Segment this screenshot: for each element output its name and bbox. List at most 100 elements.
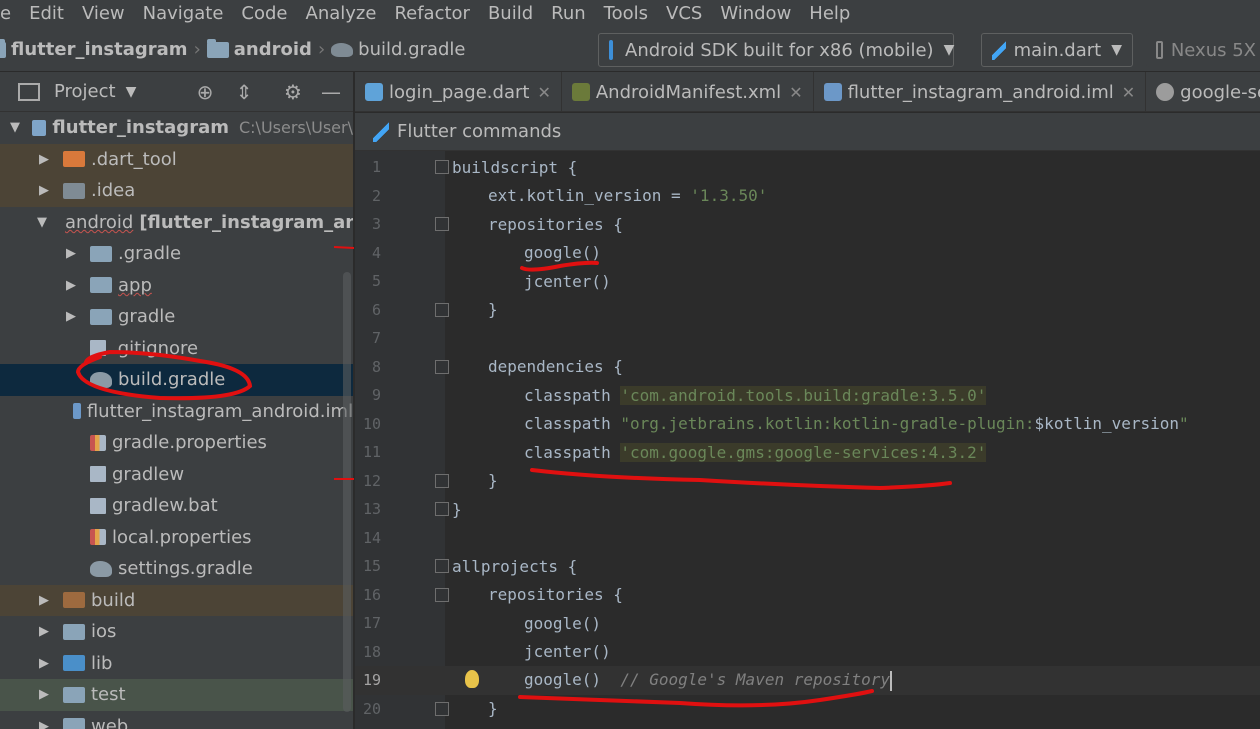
tree-item[interactable]: ▶ .gradle — [0, 238, 353, 270]
editor-tab[interactable]: login_page.dart ✕ — [355, 72, 562, 111]
breadcrumb-folder[interactable]: android — [206, 38, 312, 60]
code-line[interactable]: 19 google() // Google's Maven repository — [355, 666, 1260, 695]
code-line[interactable]: 7 — [355, 324, 1260, 353]
editor-tab[interactable]: AndroidManifest.xml ✕ — [562, 72, 814, 111]
code-token: classpath — [524, 442, 621, 462]
code-line[interactable]: 12} — [355, 467, 1260, 496]
tree-item[interactable]: ▶ .idea — [0, 175, 353, 207]
code-line[interactable]: 10 classpath "org.jetbrains.kotlin:kotlin… — [355, 410, 1260, 439]
collapse-all-icon[interactable]: ⇕ — [233, 81, 255, 103]
flutter-commands-bar[interactable]: Flutter commands — [355, 113, 1260, 151]
code-text: repositories { — [488, 215, 623, 234]
tree-item[interactable]: ▼ android[flutter_instagram_android] — [0, 207, 353, 239]
code-editor[interactable]: 1 buildscript {2 ext.kotlin_version = '1.3… — [355, 151, 1260, 729]
project-scrollbar[interactable] — [343, 272, 351, 712]
lightbulb-icon[interactable] — [465, 670, 479, 688]
tree-item[interactable]: gradlew.bat — [0, 490, 353, 522]
menu-item[interactable]: Build — [482, 0, 539, 28]
expand-arrow-icon[interactable]: ▶ — [64, 309, 78, 324]
tree-item[interactable]: .gitignore — [0, 333, 353, 365]
code-line[interactable]: 15 allprojects { — [355, 552, 1260, 581]
menu-item[interactable]: Help — [803, 0, 856, 28]
avd-selector[interactable]: Nexus 5X — [1146, 33, 1260, 67]
menu-item[interactable]: View — [76, 0, 131, 28]
tree-item[interactable]: ▶ lib — [0, 648, 353, 680]
close-icon[interactable]: ✕ — [537, 83, 550, 102]
expand-arrow-icon[interactable]: ▶ — [37, 183, 51, 198]
tree-item[interactable]: gradle.properties — [0, 427, 353, 459]
tree-item[interactable]: ▶ .dart_tool — [0, 143, 353, 175]
dropdown-arrow-icon[interactable]: ▼ — [126, 84, 137, 100]
code-line[interactable]: 4 google() — [355, 239, 1260, 268]
tree-item[interactable]: local.properties — [0, 522, 353, 554]
expand-arrow-icon[interactable]: ▶ — [37, 152, 51, 167]
code-line[interactable]: 16 repositories { — [355, 581, 1260, 610]
code-token: '1.3.50' — [690, 186, 768, 206]
menu-item[interactable]: e — [0, 0, 17, 28]
tree-item[interactable]: ▶ gradle — [0, 301, 353, 333]
tree-item[interactable]: ▶ web — [0, 711, 353, 729]
fold-marker-icon[interactable] — [435, 701, 449, 716]
menu-item[interactable]: Window — [714, 0, 797, 28]
tree-item[interactable]: gradlew — [0, 459, 353, 491]
close-icon[interactable]: ✕ — [789, 83, 802, 102]
code-line[interactable]: 17 google() — [355, 609, 1260, 638]
run-config-selector[interactable]: main.dart ▼ — [981, 33, 1133, 67]
tree-item[interactable]: flutter_instagram_android.iml — [0, 396, 353, 428]
expand-arrow-icon[interactable]: ▶ — [64, 246, 78, 261]
expand-arrow-icon[interactable]: ▶ — [37, 593, 51, 608]
fold-marker-icon[interactable] — [435, 359, 449, 374]
breadcrumb-file[interactable]: build.gradle — [331, 39, 465, 60]
code-line[interactable]: 8 dependencies { — [355, 353, 1260, 382]
tree-item[interactable]: ▶ ios — [0, 616, 353, 648]
fold-marker-icon[interactable] — [435, 160, 449, 174]
menu-item[interactable]: Code — [235, 0, 293, 28]
tree-item[interactable]: ▶ build — [0, 584, 353, 616]
tree-item[interactable]: build.gradle — [0, 364, 353, 396]
expand-arrow-icon[interactable]: ▶ — [37, 624, 51, 639]
expand-arrow-icon[interactable]: ▶ — [37, 656, 51, 671]
project-title[interactable]: Project — [54, 81, 116, 102]
device-selector[interactable]: Android SDK built for x86 (mobile) ▼ — [598, 33, 954, 67]
editor-tab[interactable]: google-services.json — [1146, 72, 1260, 111]
code-line[interactable]: 18 jcenter() — [355, 638, 1260, 667]
expand-arrow-icon[interactable]: ▶ — [37, 687, 51, 702]
code-line[interactable]: 2 ext.kotlin_version = '1.3.50' — [355, 182, 1260, 211]
code-line[interactable]: 1 buildscript { — [355, 153, 1260, 182]
code-line[interactable]: 20} — [355, 695, 1260, 724]
minimize-icon[interactable]: — — [320, 81, 342, 103]
menu-item[interactable]: Run — [545, 0, 592, 28]
menu-item[interactable]: VCS — [660, 0, 708, 28]
menu-item[interactable]: Refactor — [388, 0, 476, 28]
code-line[interactable]: 6} — [355, 296, 1260, 325]
collapse-arrow-icon[interactable]: ▼ — [10, 120, 20, 135]
menu-item[interactable]: Edit — [23, 0, 70, 28]
code-line[interactable]: 14 — [355, 524, 1260, 553]
fold-marker-icon[interactable] — [435, 302, 449, 317]
menu-item[interactable]: Tools — [598, 0, 654, 28]
close-icon[interactable]: ✕ — [1122, 83, 1135, 102]
breadcrumb-project[interactable]: flutter_instagram — [0, 38, 188, 60]
menu-item[interactable]: Analyze — [300, 0, 383, 28]
expand-arrow-icon[interactable]: ▶ — [37, 719, 51, 729]
tree-item[interactable]: settings.gradle — [0, 553, 353, 585]
tree-item[interactable]: ▼ flutter_instagram C:\Users\User\ — [0, 112, 353, 144]
gear-icon[interactable]: ⚙ — [282, 81, 304, 103]
fold-marker-icon[interactable] — [435, 502, 449, 516]
collapse-arrow-icon[interactable]: ▼ — [37, 215, 47, 230]
menu-item[interactable]: Navigate — [137, 0, 230, 28]
fold-marker-icon[interactable] — [435, 473, 449, 488]
fold-marker-icon[interactable] — [435, 587, 449, 602]
locate-target-icon[interactable]: ⊕ — [194, 81, 216, 103]
fold-marker-icon[interactable] — [435, 559, 449, 573]
code-line[interactable]: 11 classpath 'com.google.gms:google-servi… — [355, 438, 1260, 467]
code-line[interactable]: 3 repositories { — [355, 210, 1260, 239]
tree-item[interactable]: ▶ app — [0, 270, 353, 302]
code-line[interactable]: 9 classpath 'com.android.tools.build:grad… — [355, 381, 1260, 410]
expand-arrow-icon[interactable]: ▶ — [64, 278, 78, 293]
editor-tab[interactable]: flutter_instagram_android.iml ✕ — [814, 72, 1147, 111]
code-line[interactable]: 5 jcenter() — [355, 267, 1260, 296]
tree-item[interactable]: ▶ test — [0, 679, 353, 711]
fold-marker-icon[interactable] — [435, 217, 449, 231]
code-line[interactable]: 13} — [355, 495, 1260, 524]
